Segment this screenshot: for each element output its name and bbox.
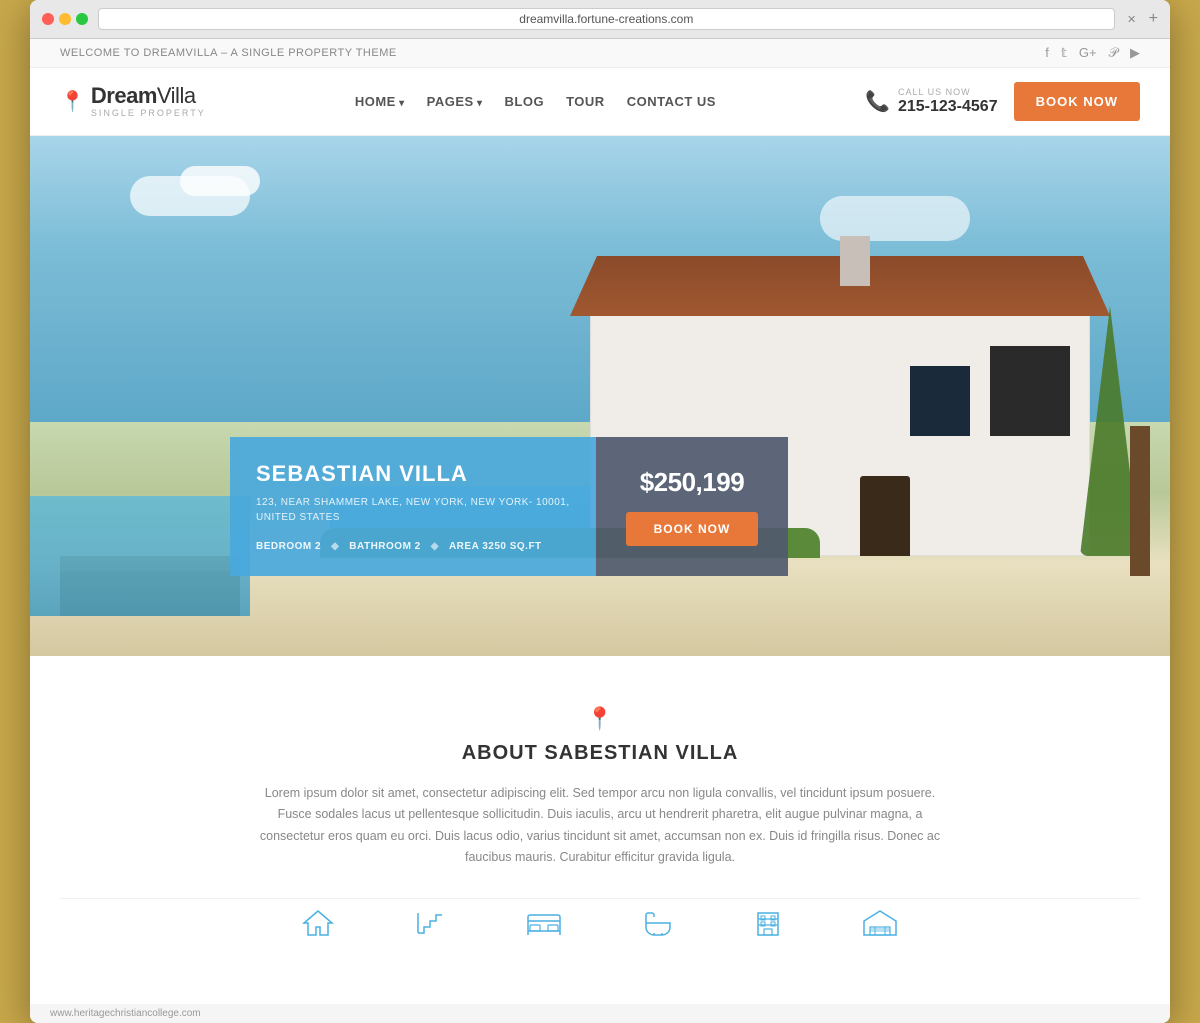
logo: 📍 DreamVilla SINGLE PROPERTY [60, 84, 206, 118]
phone-area: 📞 CALL US NOW 215-123-4567 [865, 87, 998, 117]
logo-bold: Dream [91, 83, 157, 108]
browser-window: dreamvilla.fortune-creations.com ✕ + WEL… [30, 0, 1170, 1023]
garage-feature-icon [862, 909, 898, 944]
feature-icons-row [60, 898, 1140, 964]
status-url: www.heritagechristiancollege.com [50, 1008, 201, 1019]
nav-item-blog[interactable]: BLOG [505, 93, 545, 111]
googleplus-icon[interactable]: G+ [1079, 45, 1097, 61]
about-section: 📍 ABOUT SABESTIAN VILLA Lorem ipsum dolo… [30, 656, 1170, 1004]
logo-tagline: SINGLE PROPERTY [91, 109, 206, 119]
logo-text: DreamVilla SINGLE PROPERTY [91, 84, 206, 118]
logo-name: DreamVilla [91, 84, 206, 108]
nav-link-blog[interactable]: BLOG [505, 94, 545, 109]
facebook-icon[interactable]: f [1045, 45, 1049, 61]
pinterest-icon[interactable]: 𝒫 [1109, 45, 1118, 61]
youtube-icon[interactable]: ▶ [1130, 45, 1140, 61]
nav-links: HOME PAGES BLOG TOUR CONTACT US [355, 93, 716, 111]
price-value: $250,199 [640, 467, 744, 498]
bathroom-feature: BATHROOM 2 [349, 541, 420, 552]
property-info-box: SEBASTIAN VILLA 123, NEAR SHAMMER LAKE, … [230, 437, 596, 576]
property-card: SEBASTIAN VILLA 123, NEAR SHAMMER LAKE, … [230, 437, 788, 576]
dot-red[interactable] [42, 13, 54, 25]
logo-light: Villa [157, 83, 196, 108]
status-bar: www.heritagechristiancollege.com [30, 1004, 1170, 1023]
nav-right: 📞 CALL US NOW 215-123-4567 BOOK NOW [865, 82, 1140, 121]
about-text: Lorem ipsum dolor sit amet, consectetur … [250, 783, 950, 868]
logo-pin-icon: 📍 [60, 89, 85, 114]
about-title: ABOUT SABESTIAN VILLA [60, 742, 1140, 765]
close-tab-button[interactable]: ✕ [1125, 12, 1139, 26]
bedroom-feature: BEDROOM 2 [256, 541, 321, 552]
house-feature-icon [302, 909, 334, 944]
nav-item-home[interactable]: HOME [355, 93, 405, 111]
browser-dots [42, 13, 88, 25]
book-now-hero-button[interactable]: BOOK NOW [626, 512, 759, 546]
property-name: SEBASTIAN VILLA [256, 461, 570, 487]
add-tab-button[interactable]: + [1149, 10, 1158, 28]
bath-feature-icon [642, 909, 674, 944]
feature-divider-1: ◆ [331, 541, 339, 552]
building-feature-icon [754, 909, 782, 944]
phone-info: CALL US NOW 215-123-4567 [898, 87, 998, 117]
social-links: f 𝕥 G+ 𝒫 ▶ [1045, 45, 1140, 61]
main-nav: 📍 DreamVilla SINGLE PROPERTY HOME PAGES … [30, 68, 1170, 136]
feature-divider-2: ◆ [431, 541, 439, 552]
top-bar: WELCOME TO DREAMVILLA – A SINGLE PROPERT… [30, 39, 1170, 68]
nav-link-pages[interactable]: PAGES [427, 94, 483, 109]
bed-feature-icon [526, 909, 562, 944]
nav-item-contact[interactable]: CONTACT US [627, 93, 716, 111]
browser-chrome: dreamvilla.fortune-creations.com ✕ + [30, 0, 1170, 39]
dot-green[interactable] [76, 13, 88, 25]
hero-section: SEBASTIAN VILLA 123, NEAR SHAMMER LAKE, … [30, 136, 1170, 656]
nav-item-tour[interactable]: TOUR [566, 93, 605, 111]
phone-label: CALL US NOW [898, 87, 998, 98]
stairs-feature-icon [414, 909, 446, 944]
phone-icon: 📞 [865, 89, 890, 114]
nav-item-pages[interactable]: PAGES [427, 93, 483, 111]
about-pin-icon: 📍 [60, 706, 1140, 732]
nav-link-contact[interactable]: CONTACT US [627, 94, 716, 109]
property-address: 123, NEAR SHAMMER LAKE, NEW YORK, NEW YO… [256, 495, 570, 525]
dot-yellow[interactable] [59, 13, 71, 25]
property-features: BEDROOM 2 ◆ BATHROOM 2 ◆ AREA 3250 SQ.FT [256, 541, 570, 552]
property-price-box: $250,199 BOOK NOW [596, 437, 789, 576]
nav-link-home[interactable]: HOME [355, 94, 405, 109]
area-feature: AREA 3250 SQ.FT [449, 541, 542, 552]
twitter-icon[interactable]: 𝕥 [1061, 45, 1067, 61]
nav-link-tour[interactable]: TOUR [566, 94, 605, 109]
welcome-text: WELCOME TO DREAMVILLA – A SINGLE PROPERT… [60, 47, 397, 59]
phone-number: 215-123-4567 [898, 97, 998, 116]
address-bar[interactable]: dreamvilla.fortune-creations.com [98, 8, 1115, 30]
book-now-nav-button[interactable]: BOOK NOW [1014, 82, 1140, 121]
